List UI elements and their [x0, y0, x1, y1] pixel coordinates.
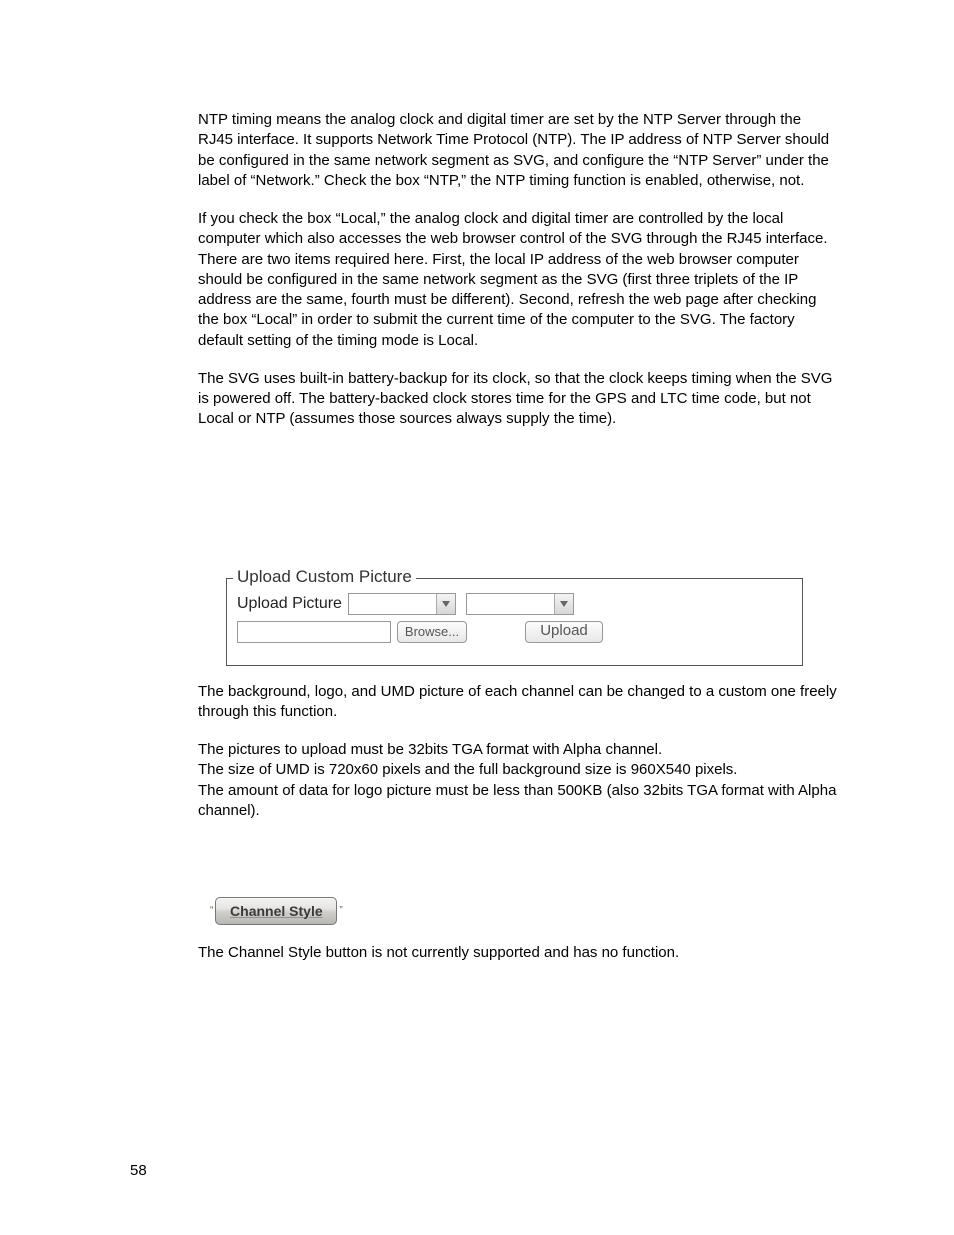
upload-button[interactable]: Upload	[525, 621, 603, 643]
upload-row-selects: Upload Picture	[237, 593, 792, 615]
paragraph-channel-style-note: The Channel Style button is not currentl…	[198, 943, 838, 963]
upload-row-file: Browse... Upload	[237, 621, 792, 643]
upload-custom-picture-group: Upload Custom Picture Upload Picture Bro…	[226, 578, 803, 666]
spec-line-format: The pictures to upload must be 32bits TG…	[198, 741, 662, 758]
upload-picture-label: Upload Picture	[237, 593, 342, 615]
upload-select-1[interactable]	[348, 593, 456, 615]
channel-style-button-wrap: “ Channel Style ”	[208, 897, 838, 925]
spacer	[198, 839, 838, 897]
upload-legend: Upload Custom Picture	[233, 566, 416, 589]
chevron-down-icon	[436, 594, 455, 614]
spec-line-logo: The amount of data for logo picture must…	[198, 782, 836, 819]
left-quote-mark: “	[208, 904, 215, 918]
paragraph-ntp-timing: NTP timing means the analog clock and di…	[198, 110, 838, 191]
paragraph-local-timing: If you check the box “Local,” the analog…	[198, 209, 838, 351]
spec-line-size: The size of UMD is 720x60 pixels and the…	[198, 761, 737, 778]
browse-button[interactable]: Browse...	[397, 621, 467, 643]
upload-select-2[interactable]	[466, 593, 574, 615]
spacer	[198, 448, 838, 578]
channel-style-button[interactable]: Channel Style	[215, 897, 337, 925]
right-quote-mark: ”	[337, 904, 344, 918]
document-page: NTP timing means the analog clock and di…	[0, 0, 954, 1235]
paragraph-upload-desc: The background, logo, and UMD picture of…	[198, 682, 838, 723]
page-number: 58	[130, 1161, 147, 1181]
paragraph-battery-backup: The SVG uses built-in battery-backup for…	[198, 369, 838, 430]
upload-file-path-input[interactable]	[237, 621, 391, 643]
chevron-down-icon	[554, 594, 573, 614]
paragraph-upload-specs: The pictures to upload must be 32bits TG…	[198, 740, 838, 821]
